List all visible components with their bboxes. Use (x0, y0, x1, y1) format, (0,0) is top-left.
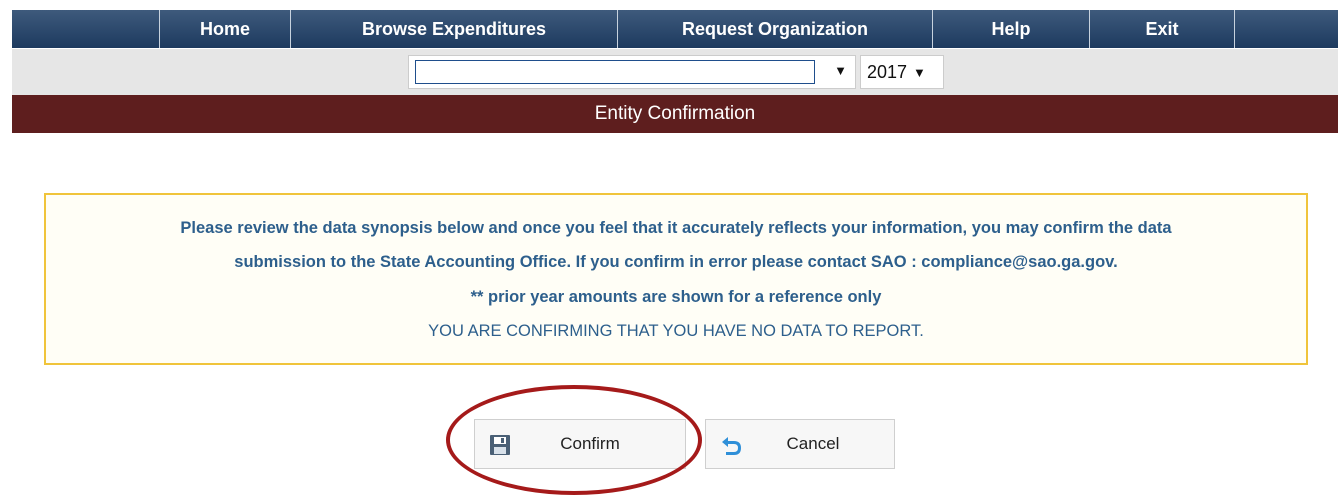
nav-exit[interactable]: Exit (1089, 10, 1234, 48)
year-value: 2017 (867, 61, 908, 82)
page-title: Entity Confirmation (594, 103, 756, 124)
confirm-button-label: Confirm (560, 434, 620, 453)
confirm-button[interactable]: Confirm (474, 419, 686, 469)
nav-home[interactable]: Home (159, 10, 290, 48)
caret-down-icon: ▼ (913, 64, 926, 80)
top-nav: Home Browse Expenditures Request Organiz… (12, 10, 1338, 48)
year-select[interactable]: 2017 ▼ (860, 55, 944, 89)
notice-line-3: ** prior year amounts are shown for a re… (470, 288, 882, 306)
nav-help-label: Help (991, 18, 1031, 39)
entity-input[interactable] (415, 60, 815, 84)
notice-line-1: Please review the data synopsis below an… (180, 219, 1172, 237)
caret-down-icon[interactable]: ▼ (834, 63, 847, 78)
notice-box: Please review the data synopsis below an… (44, 193, 1308, 365)
nav-end-spacer (1234, 10, 1335, 48)
selector-bar: ▼ 2017 ▼ (12, 49, 1338, 95)
nav-help[interactable]: Help (932, 10, 1089, 48)
entity-select[interactable]: ▼ (408, 55, 856, 89)
nav-request-organization[interactable]: Request Organization (617, 10, 932, 48)
nav-exit-label: Exit (1145, 18, 1179, 39)
nav-request-organization-label: Request Organization (681, 18, 869, 39)
nav-browse-expenditures[interactable]: Browse Expenditures (290, 10, 617, 48)
nav-browse-expenditures-label: Browse Expenditures (361, 18, 547, 39)
cancel-button[interactable]: Cancel (705, 419, 895, 469)
nav-home-label: Home (199, 18, 250, 39)
notice-line-2: submission to the State Accounting Offic… (234, 253, 1118, 271)
page-title-bar: Entity Confirmation (12, 95, 1338, 133)
notice-line-4: YOU ARE CONFIRMING THAT YOU HAVE NO DATA… (428, 322, 924, 340)
cancel-button-label: Cancel (786, 434, 840, 453)
